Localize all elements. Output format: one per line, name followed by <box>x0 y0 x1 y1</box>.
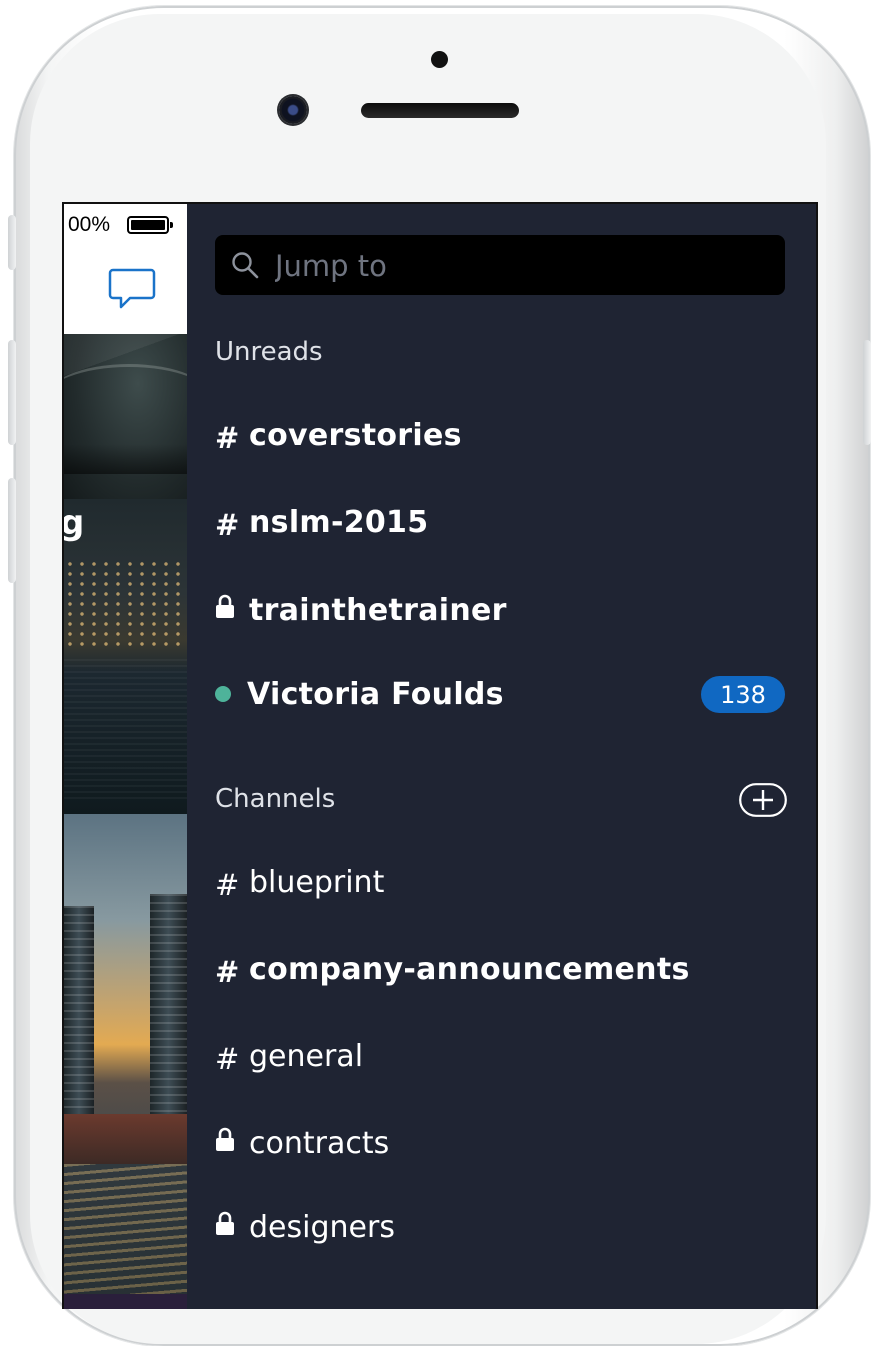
add-channel-button[interactable] <box>739 783 787 817</box>
status-bar: 00% <box>64 204 187 334</box>
channel-name: general <box>249 1038 364 1074</box>
feed-image <box>64 814 187 1294</box>
channel-item-company-announcements[interactable]: # company-announcements <box>215 944 785 994</box>
lock-icon <box>215 1210 249 1245</box>
channel-sidebar: Unreads # coverstories # nslm-2015 train… <box>187 204 816 1309</box>
channel-item-blueprint[interactable]: # blueprint <box>215 857 785 907</box>
partial-heading-text: g <box>64 503 84 543</box>
unreads-section-label: Unreads <box>215 337 323 367</box>
hash-icon: # <box>215 868 240 902</box>
channel-name: blueprint <box>249 864 385 900</box>
channels-section-label: Channels <box>215 784 336 814</box>
dm-name: Victoria Foulds <box>247 676 504 712</box>
front-camera <box>279 96 307 124</box>
channel-item-nslm-2015[interactable]: # nslm-2015 <box>215 497 785 547</box>
feed-image <box>64 1294 187 1309</box>
channel-name: nslm-2015 <box>249 504 429 540</box>
hash-icon: # <box>215 508 240 542</box>
hash-icon: # <box>215 955 240 989</box>
presence-dot-icon <box>215 686 231 702</box>
channel-item-designers[interactable]: designers <box>215 1202 785 1252</box>
battery-percent: 00% <box>68 213 111 236</box>
channel-name: trainthetrainer <box>249 592 507 628</box>
volume-up-button <box>8 340 16 445</box>
hash-icon: # <box>215 1042 240 1076</box>
proximity-sensor <box>431 51 448 68</box>
screen: 00% g Unreads <box>62 202 818 1309</box>
channel-name: coverstories <box>249 417 462 453</box>
feed-image: g <box>64 499 187 814</box>
battery-icon <box>127 216 173 234</box>
hash-icon: # <box>215 421 240 455</box>
lock-icon <box>215 593 249 628</box>
earpiece-speaker <box>361 103 519 118</box>
channel-name: contracts <box>249 1125 390 1161</box>
channel-name: company-announcements <box>249 951 690 987</box>
volume-down-button <box>8 478 16 583</box>
unread-count-badge: 138 <box>701 676 785 713</box>
mute-switch <box>8 215 16 270</box>
feed-image <box>64 334 187 499</box>
chat-bubble-icon[interactable] <box>108 266 156 312</box>
dm-item-victoria-foulds[interactable]: Victoria Foulds 138 <box>215 669 785 719</box>
search-icon <box>232 252 259 279</box>
main-view-peek[interactable]: 00% g <box>64 204 187 1309</box>
channel-item-coverstories[interactable]: # coverstories <box>215 410 785 460</box>
power-button <box>863 340 871 445</box>
lock-icon <box>215 1126 249 1161</box>
jump-to-search[interactable] <box>215 235 785 297</box>
channel-item-contracts[interactable]: contracts <box>215 1118 785 1168</box>
channel-item-trainthetrainer[interactable]: trainthetrainer <box>215 585 785 635</box>
search-input[interactable] <box>273 235 777 297</box>
channel-name: designers <box>249 1209 395 1245</box>
channel-item-general[interactable]: # general <box>215 1031 785 1081</box>
